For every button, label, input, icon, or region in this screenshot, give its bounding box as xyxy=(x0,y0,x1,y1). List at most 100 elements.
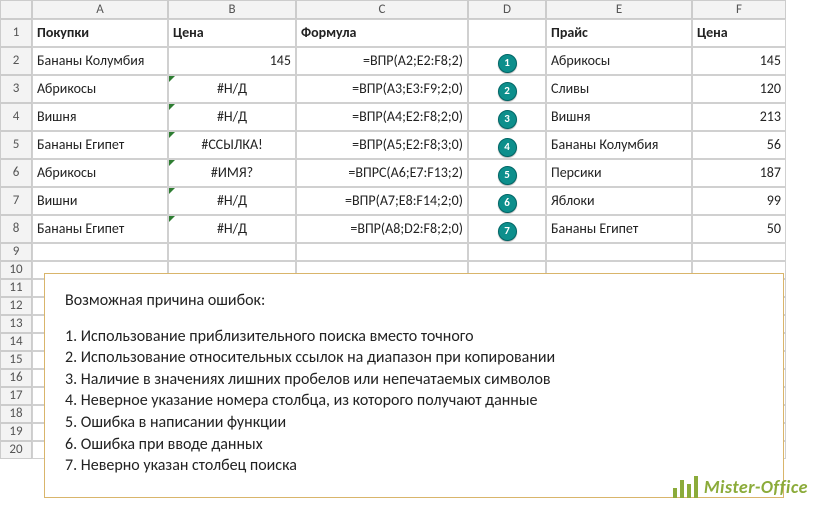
row-header-17[interactable]: 17 xyxy=(0,387,32,405)
step-marker-7: 7 xyxy=(498,222,517,241)
row-header-16[interactable]: 16 xyxy=(0,369,32,387)
col-header-E[interactable]: E xyxy=(546,0,692,19)
row-header-18[interactable]: 18 xyxy=(0,405,32,423)
step-marker-6: 6 xyxy=(498,194,517,213)
row-header-12[interactable]: 12 xyxy=(0,297,32,315)
cell-e5[interactable]: Бананы Колумбия xyxy=(546,131,692,159)
row-header-10[interactable]: 10 xyxy=(0,261,32,279)
step-marker-3: 3 xyxy=(498,110,517,129)
row-header-1[interactable]: 1 xyxy=(0,19,32,47)
step-marker-1: 1 xyxy=(498,54,517,73)
row-header-7[interactable]: 7 xyxy=(0,187,32,215)
logo: Mister-Office xyxy=(673,476,808,498)
cell-c8[interactable]: =ВПР(A8;D2:F8;2;0) xyxy=(296,215,468,243)
header-cell[interactable]: Формула xyxy=(296,19,468,47)
cell-b5[interactable]: #ССЫЛКА! xyxy=(168,131,296,159)
row-header-13[interactable]: 13 xyxy=(0,315,32,333)
cell-b4[interactable]: #Н/Д xyxy=(168,103,296,131)
row-header-19[interactable]: 19 xyxy=(0,423,32,441)
cell-b6[interactable]: #ИМЯ? xyxy=(168,159,296,187)
cell-b7[interactable]: #Н/Д xyxy=(168,187,296,215)
cell-b2[interactable]: 145 xyxy=(168,47,296,75)
cell-a8[interactable]: Бананы Египет xyxy=(32,215,168,243)
row-header-3[interactable]: 3 xyxy=(0,75,32,103)
cell-b3[interactable]: #Н/Д xyxy=(168,75,296,103)
header-cell[interactable] xyxy=(468,19,546,47)
cell-c6[interactable]: =ВПРС(A6;E7:F13;2) xyxy=(296,159,468,187)
textbox-item: 4. Неверное указание номера столбца, из … xyxy=(65,390,763,412)
cell-f8[interactable]: 50 xyxy=(692,215,786,243)
row-header-11[interactable]: 11 xyxy=(0,279,32,297)
textbox-item: 6. Ошибка при вводе данных xyxy=(65,434,763,456)
cell-d3[interactable]: 2 xyxy=(468,75,546,103)
row-header-6[interactable]: 6 xyxy=(0,159,32,187)
logo-text: Mister-Office xyxy=(704,476,808,498)
header-cell[interactable]: Цена xyxy=(692,19,786,47)
cell-d8[interactable]: 7 xyxy=(468,215,546,243)
cell-f7[interactable]: 99 xyxy=(692,187,786,215)
cell-d5[interactable]: 4 xyxy=(468,131,546,159)
cell-f3[interactable]: 120 xyxy=(692,75,786,103)
textbox-item: 2. Использование относительных ссылок на… xyxy=(65,347,763,369)
cell-c5[interactable]: =ВПР(A5;E2:F8;3;0) xyxy=(296,131,468,159)
row-header-9[interactable]: 9 xyxy=(0,243,32,261)
logo-bars-icon xyxy=(673,476,698,498)
header-cell[interactable]: Цена xyxy=(168,19,296,47)
textbox-item: 7. Неверно указан столбец поиска xyxy=(65,455,763,477)
col-header-C[interactable]: C xyxy=(296,0,468,19)
row-header-8[interactable]: 8 xyxy=(0,215,32,243)
textbox-item: 5. Ошибка в написании функции xyxy=(65,412,763,434)
row-header-4[interactable]: 4 xyxy=(0,103,32,131)
cell-e3[interactable]: Сливы xyxy=(546,75,692,103)
row-header-5[interactable]: 5 xyxy=(0,131,32,159)
textbox-list: 1. Использование приблизительного поиска… xyxy=(65,326,763,477)
empty-cell[interactable] xyxy=(296,243,468,261)
step-marker-5: 5 xyxy=(498,166,517,185)
row-header-20[interactable]: 20 xyxy=(0,441,32,459)
cell-a3[interactable]: Абрикосы xyxy=(32,75,168,103)
cell-f4[interactable]: 213 xyxy=(692,103,786,131)
cell-e6[interactable]: Персики xyxy=(546,159,692,187)
cell-c4[interactable]: =ВПР(A4;E2:F8;2;0) xyxy=(296,103,468,131)
cell-d6[interactable]: 5 xyxy=(468,159,546,187)
cell-f2[interactable]: 145 xyxy=(692,47,786,75)
cell-c2[interactable]: =ВПР(A2;E2:F8;2) xyxy=(296,47,468,75)
step-marker-4: 4 xyxy=(498,138,517,157)
cell-a4[interactable]: Вишня xyxy=(32,103,168,131)
textbox-title: Возможная причина ошибок: xyxy=(65,290,763,312)
row-header-14[interactable]: 14 xyxy=(0,333,32,351)
cell-d4[interactable]: 3 xyxy=(468,103,546,131)
cell-c7[interactable]: =ВПР(A7;E8:F14;2;0) xyxy=(296,187,468,215)
cell-d2[interactable]: 1 xyxy=(468,47,546,75)
row-header-15[interactable]: 15 xyxy=(0,351,32,369)
empty-cell[interactable] xyxy=(32,243,168,261)
empty-cell[interactable] xyxy=(468,243,546,261)
empty-cell[interactable] xyxy=(692,243,786,261)
cell-a5[interactable]: Бананы Египет xyxy=(32,131,168,159)
empty-cell[interactable] xyxy=(168,243,296,261)
cell-e2[interactable]: Абрикосы xyxy=(546,47,692,75)
textbox-item: 1. Использование приблизительного поиска… xyxy=(65,326,763,348)
cell-e8[interactable]: Бананы Египет xyxy=(546,215,692,243)
col-header-A[interactable]: A xyxy=(32,0,168,19)
cell-f5[interactable]: 56 xyxy=(692,131,786,159)
textbox-item: 3. Наличие в значениях лишних пробелов и… xyxy=(65,369,763,391)
explanation-textbox: Возможная причина ошибок: 1. Использован… xyxy=(44,273,784,498)
cell-e4[interactable]: Вишня xyxy=(546,103,692,131)
cell-a7[interactable]: Вишни xyxy=(32,187,168,215)
cell-e7[interactable]: Яблоки xyxy=(546,187,692,215)
cell-b8[interactable]: #Н/Д xyxy=(168,215,296,243)
empty-cell[interactable] xyxy=(546,243,692,261)
col-header-F[interactable]: F xyxy=(692,0,786,19)
col-header-D[interactable]: D xyxy=(468,0,546,19)
header-cell[interactable]: Прайс xyxy=(546,19,692,47)
cell-c3[interactable]: =ВПР(A3;E3:F9;2;0) xyxy=(296,75,468,103)
cell-d7[interactable]: 6 xyxy=(468,187,546,215)
select-all-corner[interactable] xyxy=(0,0,32,19)
header-cell[interactable]: Покупки xyxy=(32,19,168,47)
cell-a6[interactable]: Абрикосы xyxy=(32,159,168,187)
row-header-2[interactable]: 2 xyxy=(0,47,32,75)
cell-f6[interactable]: 187 xyxy=(692,159,786,187)
col-header-B[interactable]: B xyxy=(168,0,296,19)
cell-a2[interactable]: Бананы Колумбия xyxy=(32,47,168,75)
